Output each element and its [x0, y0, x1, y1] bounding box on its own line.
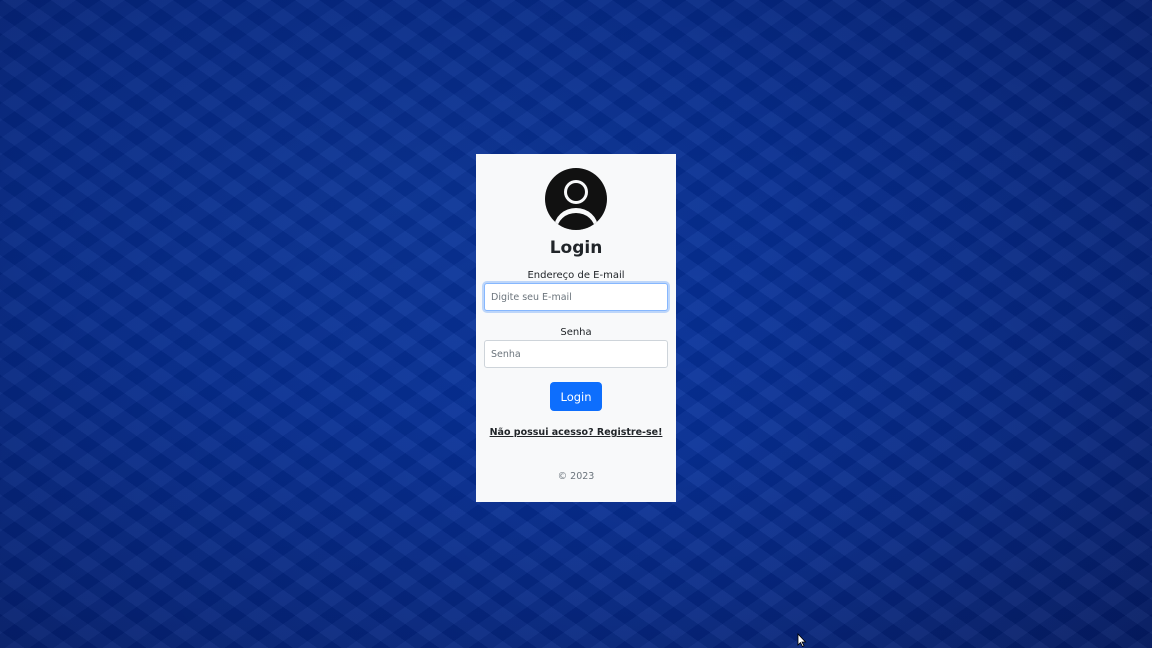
login-card: Login Endereço de E-mail Senha Login Não…: [476, 154, 676, 502]
copyright-footer: © 2023: [557, 471, 595, 482]
login-button[interactable]: Login: [550, 382, 602, 411]
user-circle-icon: [545, 168, 607, 230]
page-title: Login: [549, 238, 603, 258]
register-link[interactable]: Não possui acesso? Registre-se!: [476, 427, 676, 438]
password-field[interactable]: [484, 340, 668, 368]
password-label: Senha: [560, 327, 592, 338]
email-label: Endereço de E-mail: [527, 270, 625, 281]
mouse-cursor-icon: [797, 633, 807, 647]
email-field[interactable]: [484, 283, 668, 311]
